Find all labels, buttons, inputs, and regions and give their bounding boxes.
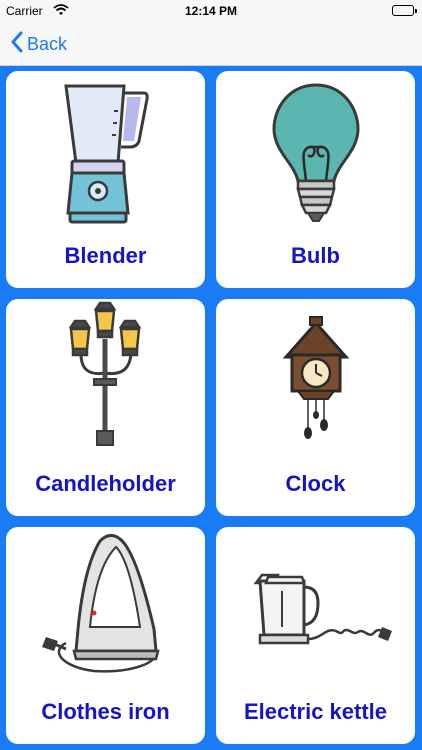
card-label: Candleholder bbox=[35, 471, 176, 496]
card-candleholder[interactable]: Candleholder bbox=[6, 299, 205, 516]
clock-icon bbox=[282, 316, 350, 439]
electric-kettle-icon bbox=[253, 573, 392, 645]
item-grid: Blender Bulb Candleholder Clock Clothes … bbox=[0, 66, 422, 750]
card-label: Clock bbox=[285, 471, 346, 496]
chevron-left-icon bbox=[10, 31, 23, 58]
card-bulb[interactable]: Bulb bbox=[216, 71, 415, 288]
card-clock[interactable]: Clock bbox=[216, 299, 415, 516]
card-label: Bulb bbox=[291, 243, 340, 268]
back-button[interactable]: Back bbox=[10, 31, 67, 57]
candleholder-icon bbox=[68, 301, 142, 446]
blender-icon bbox=[64, 84, 149, 224]
card-label: Blender bbox=[64, 243, 147, 268]
battery-icon bbox=[392, 5, 417, 16]
status-time: 12:14 PM bbox=[184, 4, 238, 18]
clothes-iron-icon bbox=[42, 534, 160, 673]
bulb-icon bbox=[272, 83, 360, 222]
back-label: Back bbox=[27, 33, 68, 54]
card-electric-kettle[interactable]: Electric kettle bbox=[216, 527, 415, 744]
navigation-bar: Back bbox=[0, 22, 422, 66]
card-blender[interactable]: Blender bbox=[6, 71, 205, 288]
card-label: Clothes iron bbox=[41, 699, 170, 724]
card-label: Electric kettle bbox=[243, 699, 388, 724]
status-bar: Carrier 12:14 PM bbox=[0, 0, 422, 22]
card-clothes-iron[interactable]: Clothes iron bbox=[6, 527, 205, 744]
